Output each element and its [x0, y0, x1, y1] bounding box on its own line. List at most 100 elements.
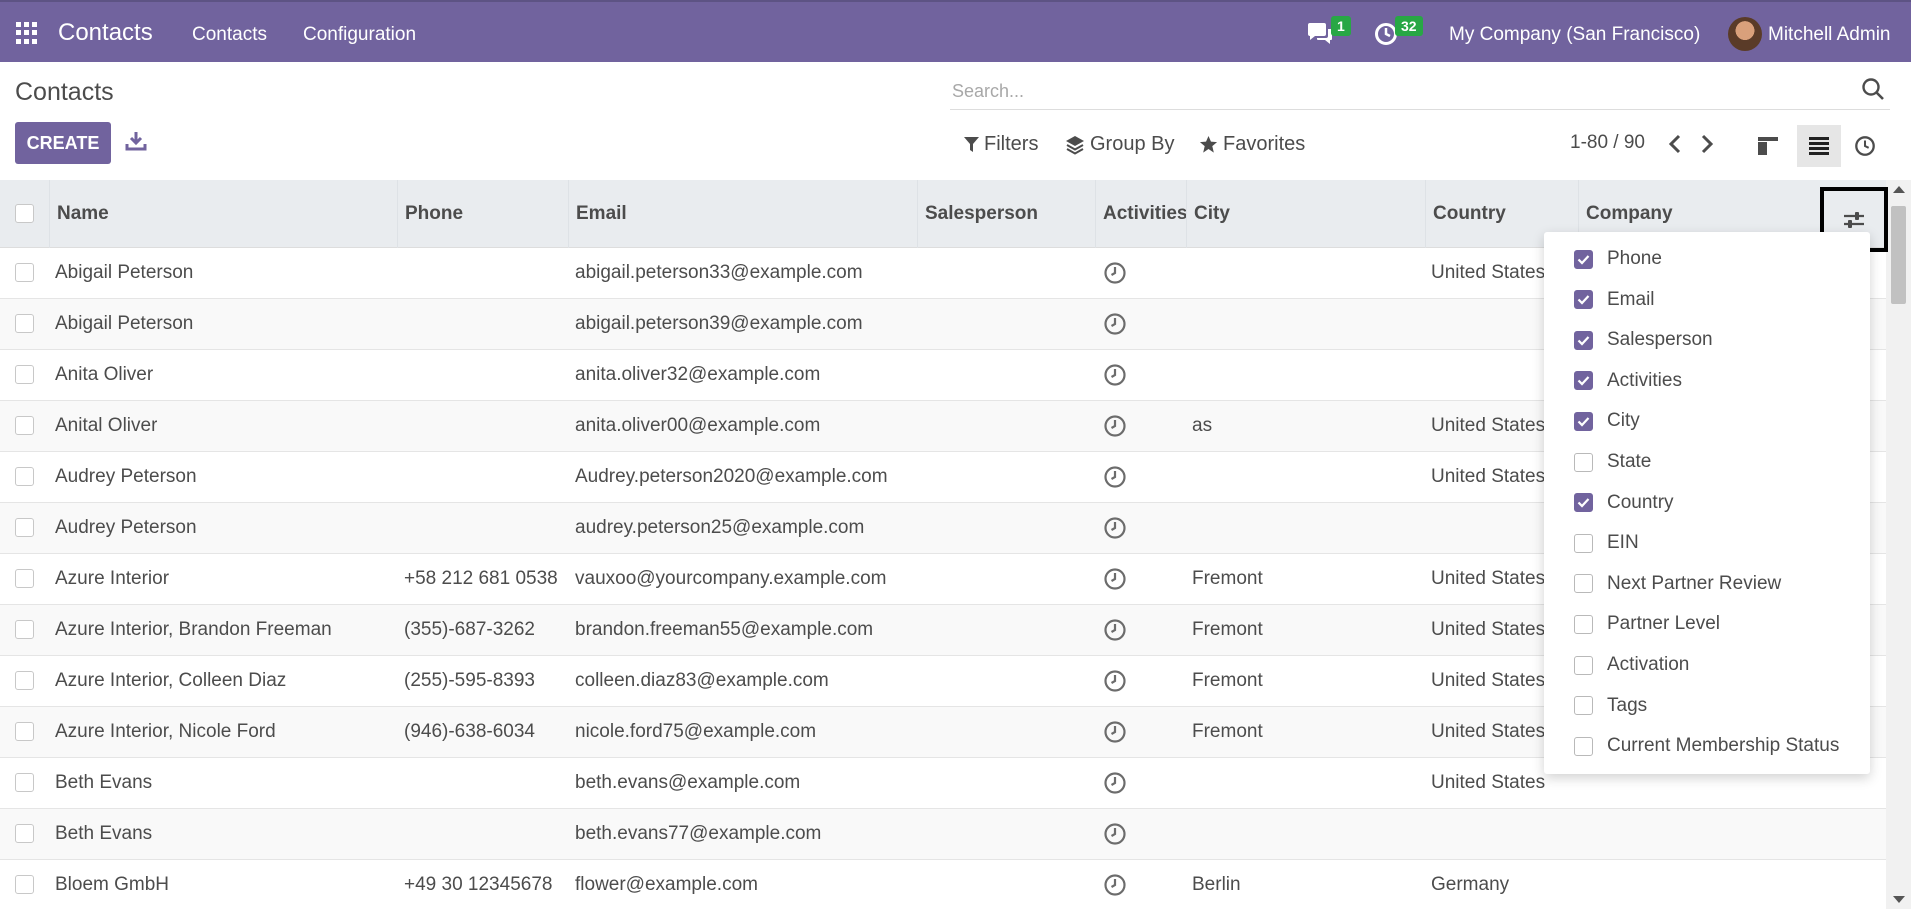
optional-column-checkbox[interactable] — [1574, 655, 1593, 675]
optional-column-item[interactable]: Activation — [1574, 650, 1689, 680]
optional-column-item[interactable]: Phone — [1574, 244, 1662, 274]
list-view-button[interactable] — [1797, 125, 1841, 167]
activity-clock-icon[interactable] — [1103, 567, 1127, 591]
search-input[interactable] — [952, 78, 1812, 104]
column-phone[interactable]: Phone — [397, 180, 568, 248]
cell-country: United States — [1431, 772, 1546, 793]
chat-icon[interactable] — [1306, 22, 1334, 46]
scroll-thumb[interactable] — [1891, 206, 1906, 304]
column-activities[interactable]: Activities — [1095, 180, 1187, 248]
activity-clock-icon[interactable] — [1103, 312, 1127, 336]
optional-column-item[interactable]: Tags — [1574, 691, 1647, 721]
cell-country: United States — [1431, 721, 1546, 742]
menu-configuration[interactable]: Configuration — [303, 24, 416, 46]
row-checkbox[interactable] — [15, 518, 34, 537]
activity-view-button[interactable] — [1843, 125, 1887, 167]
row-checkbox[interactable] — [15, 365, 34, 384]
optional-column-checkbox[interactable] — [1574, 696, 1593, 716]
create-button[interactable]: CREATE — [15, 122, 111, 164]
optional-column-label: Phone — [1607, 248, 1662, 269]
cell-email: Audrey.peterson2020@example.com — [575, 466, 888, 487]
activity-clock-icon[interactable] — [1103, 873, 1127, 897]
row-checkbox[interactable] — [15, 620, 34, 639]
row-checkbox[interactable] — [15, 875, 34, 894]
optional-column-checkbox[interactable] — [1574, 249, 1593, 269]
optional-column-checkbox[interactable] — [1574, 493, 1593, 513]
user-menu[interactable]: Mitchell Admin — [1768, 24, 1891, 46]
user-avatar[interactable] — [1728, 17, 1762, 51]
optional-column-item[interactable]: Salesperson — [1574, 325, 1713, 355]
optional-column-item[interactable]: City — [1574, 406, 1640, 436]
activity-clock-icon[interactable] — [1103, 261, 1127, 285]
vertical-scrollbar[interactable] — [1886, 180, 1911, 909]
optional-column-checkbox[interactable] — [1574, 533, 1593, 553]
cell-name: Audrey Peterson — [55, 466, 197, 487]
groupby-button[interactable]: Group By — [1065, 133, 1174, 156]
optional-column-checkbox[interactable] — [1574, 330, 1593, 350]
scroll-down-arrow[interactable] — [1893, 896, 1905, 903]
row-checkbox[interactable] — [15, 773, 34, 792]
optional-column-checkbox[interactable] — [1574, 290, 1593, 310]
row-checkbox[interactable] — [15, 671, 34, 690]
optional-column-item[interactable]: EIN — [1574, 528, 1639, 558]
menu-contacts[interactable]: Contacts — [192, 24, 267, 46]
optional-column-checkbox[interactable] — [1574, 574, 1593, 594]
activity-clock-icon[interactable] — [1103, 465, 1127, 489]
activity-clock-icon[interactable] — [1103, 414, 1127, 438]
activity-clock-icon[interactable] — [1103, 771, 1127, 795]
row-checkbox[interactable] — [15, 722, 34, 741]
scroll-up-arrow[interactable] — [1893, 186, 1905, 193]
cell-email: abigail.peterson39@example.com — [575, 313, 863, 334]
column-name[interactable]: Name — [49, 180, 397, 248]
cell-name: Beth Evans — [55, 823, 153, 844]
optional-column-item[interactable]: Email — [1574, 285, 1655, 315]
column-city[interactable]: City — [1186, 180, 1425, 248]
pager-next-icon[interactable] — [1699, 133, 1715, 155]
optional-column-item[interactable]: Partner Level — [1574, 609, 1720, 639]
optional-column-item[interactable]: State — [1574, 447, 1651, 477]
activity-clock-icon[interactable] — [1103, 720, 1127, 744]
cell-city: Fremont — [1192, 721, 1263, 742]
table-row[interactable]: Beth Evans beth.evans77@example.com — [0, 809, 1886, 860]
optional-column-checkbox[interactable] — [1574, 614, 1593, 634]
optional-column-checkbox[interactable] — [1574, 452, 1593, 472]
pager-previous-icon[interactable] — [1667, 133, 1683, 155]
apps-menu-icon[interactable] — [16, 22, 38, 44]
kanban-view-button[interactable] — [1746, 125, 1790, 167]
cell-phone: +49 30 12345678 — [404, 874, 553, 895]
row-checkbox[interactable] — [15, 416, 34, 435]
row-checkbox[interactable] — [15, 314, 34, 333]
cell-country: United States — [1431, 415, 1546, 436]
layers-icon — [1066, 135, 1084, 155]
optional-column-label: State — [1607, 451, 1652, 472]
optional-column-label: Salesperson — [1607, 329, 1713, 351]
select-all-checkbox[interactable] — [15, 204, 34, 223]
pager-value[interactable]: 1-80 / 90 — [1570, 132, 1645, 154]
row-checkbox[interactable] — [15, 824, 34, 843]
activity-clock-icon[interactable] — [1103, 516, 1127, 540]
optional-column-checkbox[interactable] — [1574, 736, 1593, 756]
activity-clock-icon[interactable] — [1103, 822, 1127, 846]
optional-column-item[interactable]: Current Membership Status — [1574, 731, 1839, 761]
filters-button[interactable]: Filters — [964, 133, 1038, 156]
column-email[interactable]: Email — [568, 180, 917, 248]
optional-column-checkbox[interactable] — [1574, 411, 1593, 431]
favorites-button[interactable]: Favorites — [1199, 133, 1305, 156]
optional-column-checkbox[interactable] — [1574, 371, 1593, 391]
optional-column-item[interactable]: Country — [1574, 488, 1674, 518]
app-brand[interactable]: Contacts — [58, 19, 153, 47]
row-checkbox[interactable] — [15, 467, 34, 486]
optional-column-item[interactable]: Activities — [1574, 366, 1682, 396]
row-checkbox[interactable] — [15, 263, 34, 282]
activity-clock-icon[interactable] — [1103, 363, 1127, 387]
activity-clock-icon[interactable] — [1103, 618, 1127, 642]
row-checkbox[interactable] — [15, 569, 34, 588]
download-icon[interactable] — [125, 130, 147, 152]
table-row[interactable]: Bloem GmbH +49 30 12345678 flower@example.… — [0, 860, 1886, 909]
company-switcher[interactable]: My Company (San Francisco) — [1449, 24, 1700, 46]
column-salesperson[interactable]: Salesperson — [917, 180, 1095, 248]
search-icon[interactable] — [1860, 76, 1886, 102]
activity-clock-icon[interactable] — [1103, 669, 1127, 693]
optional-column-label: Next Partner Review — [1607, 572, 1782, 594]
optional-column-item[interactable]: Next Partner Review — [1574, 569, 1781, 599]
